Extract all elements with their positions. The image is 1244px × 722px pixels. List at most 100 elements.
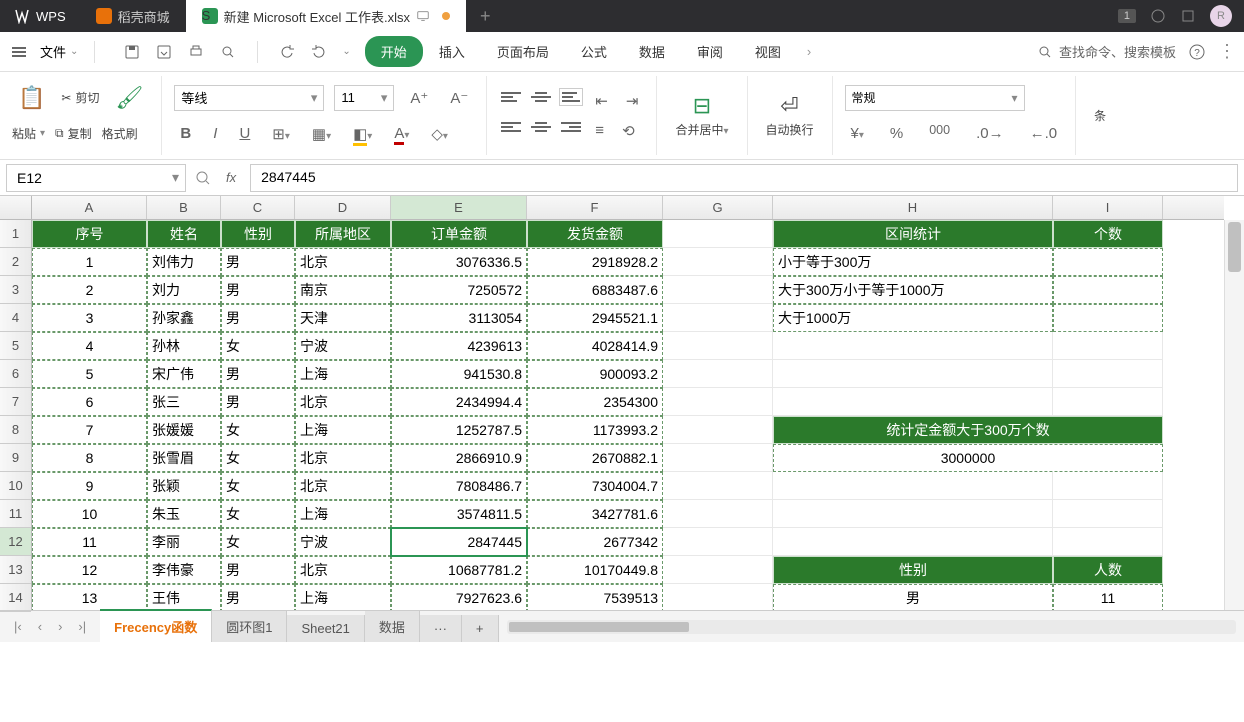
h-scroll-thumb[interactable] bbox=[509, 622, 689, 632]
copy-button[interactable]: ⧉ 复制 bbox=[55, 125, 92, 142]
cell[interactable]: 男 bbox=[773, 584, 1053, 610]
sheet-nav-first[interactable]: |‹ bbox=[6, 615, 30, 638]
cell[interactable] bbox=[663, 276, 773, 304]
cell[interactable]: 统计定金额大于300万个数 bbox=[773, 416, 1163, 444]
tab-data[interactable]: 数据 bbox=[623, 36, 681, 67]
sheet-nav-next[interactable]: › bbox=[50, 615, 70, 638]
cell[interactable]: 订单金额 bbox=[391, 220, 527, 248]
cell[interactable]: 区间统计 bbox=[773, 220, 1053, 248]
sheet-nav-last[interactable]: ›| bbox=[70, 615, 94, 638]
cell[interactable]: 7250572 bbox=[391, 276, 527, 304]
cell[interactable]: 北京 bbox=[295, 444, 391, 472]
cell[interactable] bbox=[663, 388, 773, 416]
cell[interactable]: 张媛媛 bbox=[147, 416, 221, 444]
tab-view[interactable]: 视图 bbox=[739, 36, 797, 67]
cell[interactable]: 刘力 bbox=[147, 276, 221, 304]
qat-more-icon[interactable]: ⌄ bbox=[342, 46, 350, 57]
align-right-button[interactable] bbox=[559, 118, 583, 136]
cell[interactable]: 女 bbox=[221, 528, 295, 556]
cell[interactable] bbox=[773, 388, 1053, 416]
cell-style-button[interactable]: ▦▾ bbox=[306, 121, 337, 147]
sheet-nav-prev[interactable]: ‹ bbox=[30, 615, 50, 638]
cell[interactable] bbox=[773, 332, 1053, 360]
cell[interactable]: 男 bbox=[221, 360, 295, 388]
row-header-13[interactable]: 13 bbox=[0, 556, 31, 584]
align-top-button[interactable] bbox=[499, 88, 523, 106]
row-header-5[interactable]: 5 bbox=[0, 332, 31, 360]
cells-area[interactable]: 序号姓名性别所属地区订单金额发货金额区间统计个数1刘伟力男北京3076336.5… bbox=[32, 220, 1224, 610]
cell[interactable]: 3076336.5 bbox=[391, 248, 527, 276]
cell[interactable]: 8 bbox=[32, 444, 147, 472]
cell[interactable]: 11 bbox=[32, 528, 147, 556]
cell[interactable]: 1173993.2 bbox=[527, 416, 663, 444]
cell[interactable]: 1252787.5 bbox=[391, 416, 527, 444]
tab-docer-store[interactable]: 稻壳商城 bbox=[80, 0, 186, 32]
cell[interactable] bbox=[663, 416, 773, 444]
cell[interactable]: 南京 bbox=[295, 276, 391, 304]
col-header-G[interactable]: G bbox=[663, 196, 773, 219]
cell[interactable]: 6883487.6 bbox=[527, 276, 663, 304]
row-header-7[interactable]: 7 bbox=[0, 388, 31, 416]
number-format-select[interactable]: 常规 bbox=[845, 85, 1025, 111]
cell[interactable]: 宋广伟 bbox=[147, 360, 221, 388]
row-header-9[interactable]: 9 bbox=[0, 444, 31, 472]
cell[interactable]: 发货金额 bbox=[527, 220, 663, 248]
cell[interactable]: 上海 bbox=[295, 500, 391, 528]
cell[interactable] bbox=[773, 528, 1053, 556]
conditional-format-button[interactable]: 条 bbox=[1088, 103, 1112, 128]
underline-button[interactable]: U bbox=[233, 121, 256, 146]
cell[interactable]: 7 bbox=[32, 416, 147, 444]
cell[interactable]: 李丽 bbox=[147, 528, 221, 556]
sheet-tab-sheet21[interactable]: Sheet21 bbox=[287, 615, 364, 642]
tab-layout[interactable]: 页面布局 bbox=[481, 36, 565, 67]
vertical-scrollbar[interactable] bbox=[1224, 220, 1244, 610]
clear-format-button[interactable]: ◇▾ bbox=[425, 121, 454, 147]
cell[interactable]: 2354300 bbox=[527, 388, 663, 416]
cell[interactable]: 上海 bbox=[295, 584, 391, 610]
cell[interactable]: 10170449.8 bbox=[527, 556, 663, 584]
cell[interactable]: 女 bbox=[221, 500, 295, 528]
cell[interactable]: 2918928.2 bbox=[527, 248, 663, 276]
cell[interactable]: 李伟豪 bbox=[147, 556, 221, 584]
cell[interactable]: 男 bbox=[221, 584, 295, 610]
cell[interactable]: 10 bbox=[32, 500, 147, 528]
more-icon[interactable]: ⋮ bbox=[1218, 41, 1236, 62]
indent-left-button[interactable]: ⇤ bbox=[589, 88, 614, 114]
cell[interactable]: 上海 bbox=[295, 360, 391, 388]
scroll-thumb[interactable] bbox=[1228, 222, 1241, 272]
cell[interactable]: 4239613 bbox=[391, 332, 527, 360]
cell[interactable] bbox=[663, 444, 773, 472]
cell[interactable]: 张三 bbox=[147, 388, 221, 416]
cell[interactable]: 7304004.7 bbox=[527, 472, 663, 500]
notification-badge[interactable]: 1 bbox=[1118, 9, 1136, 23]
tab-spreadsheet[interactable]: S 新建 Microsoft Excel 工作表.xlsx bbox=[186, 0, 466, 32]
cell[interactable]: 所属地区 bbox=[295, 220, 391, 248]
cell[interactable] bbox=[1053, 360, 1163, 388]
cell[interactable]: 男 bbox=[221, 276, 295, 304]
cell[interactable]: 人数 bbox=[1053, 556, 1163, 584]
col-header-C[interactable]: C bbox=[221, 196, 295, 219]
undo-icon[interactable] bbox=[278, 43, 296, 61]
cell[interactable]: 姓名 bbox=[147, 220, 221, 248]
row-header-11[interactable]: 11 bbox=[0, 500, 31, 528]
cell[interactable]: 男 bbox=[221, 388, 295, 416]
help-icon[interactable]: ? bbox=[1188, 43, 1206, 61]
cell[interactable]: 男 bbox=[221, 248, 295, 276]
merge-center-button[interactable]: ⊟ 合并居中▾ bbox=[669, 89, 734, 142]
cell[interactable]: 小于等于300万 bbox=[773, 248, 1053, 276]
increase-font-icon[interactable]: A⁺ bbox=[404, 85, 434, 111]
cut-button[interactable]: ✂ 剪切 bbox=[61, 89, 99, 106]
cell[interactable] bbox=[1053, 472, 1163, 500]
paste-button[interactable]: 📋 bbox=[12, 81, 51, 115]
cell[interactable]: 3 bbox=[32, 304, 147, 332]
row-header-6[interactable]: 6 bbox=[0, 360, 31, 388]
cell[interactable]: 941530.8 bbox=[391, 360, 527, 388]
cell[interactable]: 9 bbox=[32, 472, 147, 500]
cell[interactable] bbox=[1053, 500, 1163, 528]
cell[interactable]: 上海 bbox=[295, 416, 391, 444]
cell[interactable]: 6 bbox=[32, 388, 147, 416]
align-left-button[interactable] bbox=[499, 118, 523, 136]
horizontal-scrollbar[interactable] bbox=[507, 620, 1237, 634]
name-box[interactable]: E12 bbox=[6, 164, 186, 192]
cell[interactable] bbox=[663, 220, 773, 248]
